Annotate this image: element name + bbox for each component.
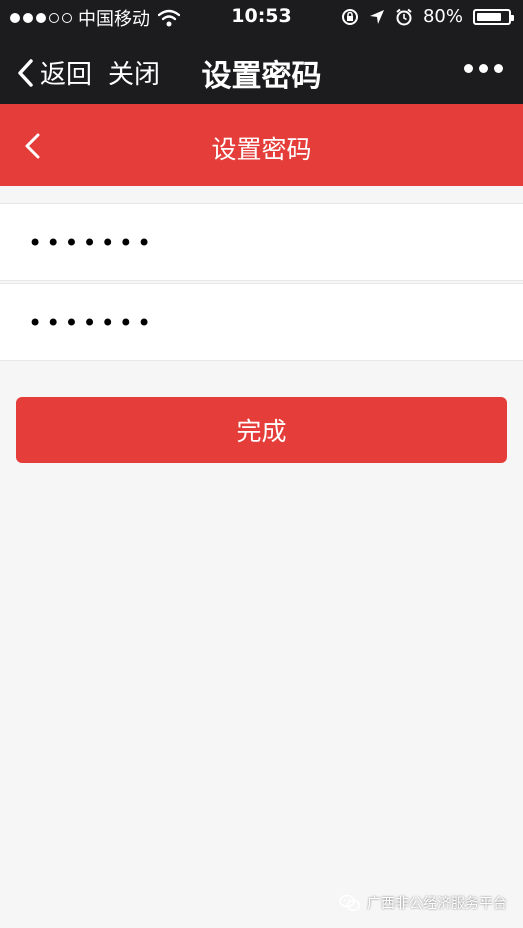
location-icon: [369, 9, 384, 24]
page-title: 设置密码: [211, 135, 312, 164]
battery-percent: 80%: [422, 6, 463, 27]
watermark-text: 广西非公经济服务平台: [367, 896, 507, 912]
wechat-logo-icon: [339, 894, 361, 912]
status-bar: 中国移动 10:53 80%: [0, 0, 523, 34]
more-dot-icon: [464, 64, 473, 73]
wechat-page-title: 设置密码: [201, 59, 322, 94]
watermark: 广西非公经济服务平台: [339, 893, 507, 913]
password-row: [0, 203, 523, 281]
battery-fill: [477, 12, 501, 21]
password-input[interactable]: [26, 220, 500, 266]
rotation-lock-icon: [341, 8, 358, 25]
status-right: 80%: [341, 6, 514, 27]
wechat-nav-bar: 返回 关闭 设置密码: [0, 34, 523, 104]
page-header: 设置密码: [0, 104, 523, 186]
alarm-icon: [396, 8, 412, 25]
battery-nub: [511, 14, 514, 21]
done-button[interactable]: 完成: [16, 397, 507, 463]
more-dot-icon: [494, 64, 503, 73]
more-dot-icon: [479, 64, 488, 73]
more-options-button[interactable]: [464, 64, 503, 73]
battery-icon: [473, 8, 514, 25]
confirm-password-row: [0, 283, 523, 361]
confirm-password-input[interactable]: [26, 300, 500, 346]
